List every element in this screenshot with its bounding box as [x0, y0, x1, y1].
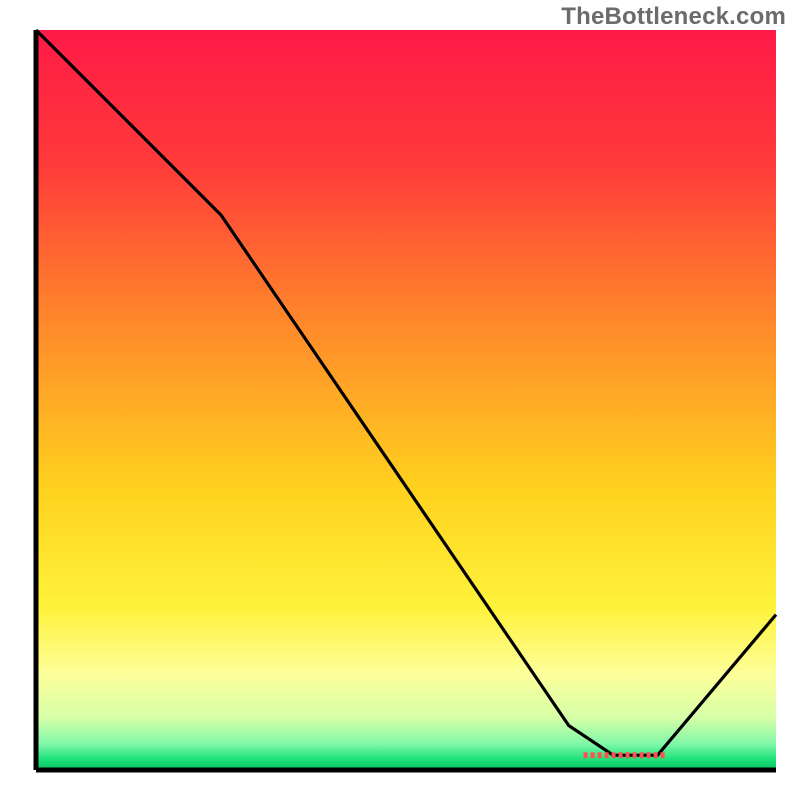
bottleneck-chart — [0, 0, 800, 800]
chart-stage: TheBottleneck.com — [0, 0, 800, 800]
watermark-label: TheBottleneck.com — [561, 3, 786, 31]
